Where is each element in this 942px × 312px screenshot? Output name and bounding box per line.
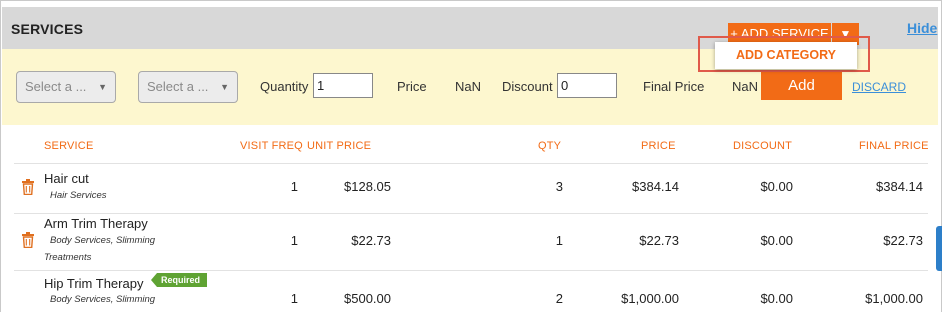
discount-cell: $0.00 xyxy=(760,291,793,306)
qty-cell: 1 xyxy=(555,233,563,248)
final-price-cell: $1,000.00 xyxy=(865,291,923,306)
quantity-input[interactable] xyxy=(313,73,373,98)
discount-cell: $0.00 xyxy=(760,179,793,194)
quantity-label: Quantity xyxy=(260,79,309,94)
column-header-service: SERVICE xyxy=(44,140,94,152)
row-divider xyxy=(14,163,928,164)
qty-cell: 2 xyxy=(555,291,563,306)
unit-price-cell: $22.73 xyxy=(351,233,391,248)
trash-icon[interactable] xyxy=(21,179,35,195)
hide-link[interactable]: Hide xyxy=(907,20,937,36)
column-header-price: PRICE xyxy=(641,140,676,152)
add-button[interactable]: Add xyxy=(761,72,842,100)
add-category-menu-item[interactable]: ADD CATEGORY xyxy=(715,42,857,69)
select-placeholder: Select a ... xyxy=(25,79,87,94)
discard-link[interactable]: DISCARD xyxy=(852,80,906,94)
add-service-dropdown-menu: ADD CATEGORY xyxy=(715,42,857,69)
service-category: Body Services, Slimming xyxy=(50,235,156,246)
visit-freq-cell: 1 xyxy=(290,233,298,248)
service-category-select[interactable]: Select a ... ▼ xyxy=(16,71,116,103)
row-divider xyxy=(14,270,928,271)
service-category: Hair Services xyxy=(50,190,107,201)
caret-down-icon: ▼ xyxy=(98,82,107,92)
service-name: Hair cut xyxy=(44,171,89,186)
column-header-unit-price: UNIT PRICE xyxy=(307,140,372,152)
column-header-final-price: FINAL PRICE xyxy=(859,140,929,152)
visit-freq-cell: 1 xyxy=(290,179,298,194)
final-price-cell: $22.73 xyxy=(883,233,923,248)
price-cell: $1,000.00 xyxy=(621,291,679,306)
required-badge: Required xyxy=(151,273,208,287)
trash-icon[interactable] xyxy=(21,232,35,248)
caret-down-icon: ▼ xyxy=(220,82,229,92)
qty-cell: 3 xyxy=(555,179,563,194)
service-name: Hip Trim Therapy xyxy=(44,276,144,291)
price-value: NaN xyxy=(455,79,482,94)
side-scroll-tab[interactable] xyxy=(936,226,942,271)
price-cell: $22.73 xyxy=(639,233,679,248)
service-select[interactable]: Select a ... ▼ xyxy=(138,71,238,103)
unit-price-cell: $128.05 xyxy=(344,179,391,194)
row-divider xyxy=(14,213,928,214)
column-header-discount: DISCOUNT xyxy=(733,140,793,152)
discount-input[interactable] xyxy=(557,73,617,98)
final-price-cell: $384.14 xyxy=(876,179,923,194)
service-category-continued: Treatments xyxy=(44,252,92,263)
select-placeholder: Select a ... xyxy=(147,79,209,94)
final-price-label: Final Price xyxy=(643,79,705,94)
column-header-qty: QTY xyxy=(538,140,562,152)
discount-cell: $0.00 xyxy=(760,233,793,248)
section-title: SERVICES xyxy=(11,21,84,37)
price-cell: $384.14 xyxy=(632,179,679,194)
service-category: Body Services, Slimming xyxy=(50,294,156,305)
unit-price-cell: $500.00 xyxy=(344,291,391,306)
service-name: Arm Trim Therapy xyxy=(44,216,148,231)
price-label: Price xyxy=(397,79,427,94)
column-header-visit-freq: VISIT FREQ xyxy=(240,140,303,152)
final-price-value: NaN xyxy=(732,79,759,94)
visit-freq-cell: 1 xyxy=(290,291,298,306)
discount-label: Discount xyxy=(502,79,553,94)
